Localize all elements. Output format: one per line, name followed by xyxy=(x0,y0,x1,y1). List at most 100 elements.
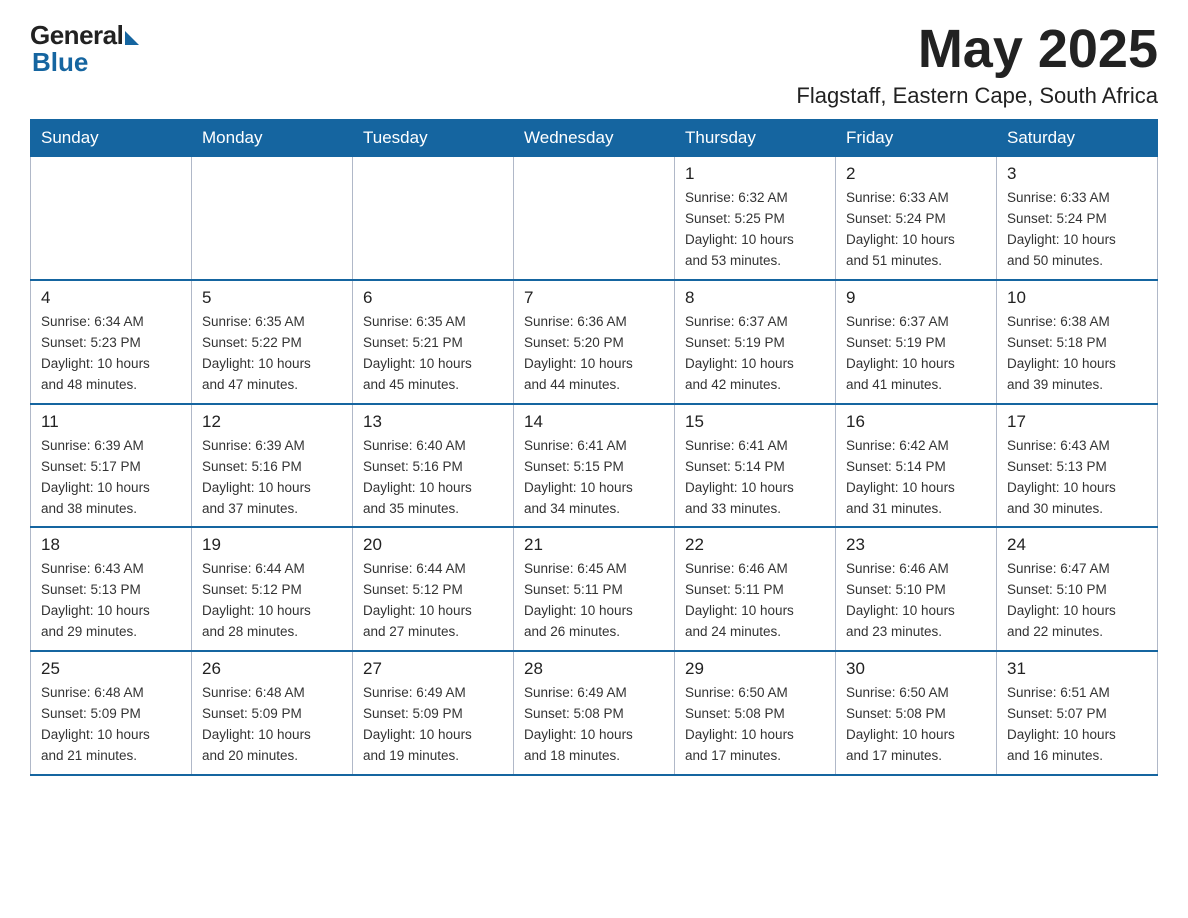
calendar-day-cell: 29 Sunrise: 6:50 AM Sunset: 5:08 PM Dayli… xyxy=(675,651,836,775)
day-of-week-header: Thursday xyxy=(675,120,836,157)
day-info: Sunrise: 6:40 AM Sunset: 5:16 PM Dayligh… xyxy=(363,436,503,520)
day-info: Sunrise: 6:48 AM Sunset: 5:09 PM Dayligh… xyxy=(202,683,342,767)
calendar-day-cell: 25 Sunrise: 6:48 AM Sunset: 5:09 PM Dayli… xyxy=(31,651,192,775)
calendar-day-cell: 26 Sunrise: 6:48 AM Sunset: 5:09 PM Dayli… xyxy=(192,651,353,775)
calendar-day-cell: 3 Sunrise: 6:33 AM Sunset: 5:24 PM Daylig… xyxy=(997,157,1158,280)
day-info: Sunrise: 6:50 AM Sunset: 5:08 PM Dayligh… xyxy=(685,683,825,767)
day-info: Sunrise: 6:46 AM Sunset: 5:10 PM Dayligh… xyxy=(846,559,986,643)
day-number: 6 xyxy=(363,288,503,308)
day-info: Sunrise: 6:45 AM Sunset: 5:11 PM Dayligh… xyxy=(524,559,664,643)
day-number: 5 xyxy=(202,288,342,308)
calendar-day-cell: 4 Sunrise: 6:34 AM Sunset: 5:23 PM Daylig… xyxy=(31,280,192,404)
month-title: May 2025 xyxy=(796,20,1158,79)
location-title: Flagstaff, Eastern Cape, South Africa xyxy=(796,83,1158,109)
day-info: Sunrise: 6:41 AM Sunset: 5:15 PM Dayligh… xyxy=(524,436,664,520)
day-info: Sunrise: 6:49 AM Sunset: 5:08 PM Dayligh… xyxy=(524,683,664,767)
calendar-day-cell: 20Sunrise: 6:44 AM Sunset: 5:12 PM Dayli… xyxy=(353,527,514,651)
calendar-week-row: 18 Sunrise: 6:43 AM Sunset: 5:13 PM Dayli… xyxy=(31,527,1158,651)
day-info: Sunrise: 6:41 AM Sunset: 5:14 PM Dayligh… xyxy=(685,436,825,520)
day-number: 12 xyxy=(202,412,342,432)
calendar-day-cell: 19 Sunrise: 6:44 AM Sunset: 5:12 PM Dayli… xyxy=(192,527,353,651)
day-number: 3 xyxy=(1007,164,1147,184)
calendar-day-cell: 24 Sunrise: 6:47 AM Sunset: 5:10 PM Dayli… xyxy=(997,527,1158,651)
day-info: Sunrise: 6:50 AM Sunset: 5:08 PM Dayligh… xyxy=(846,683,986,767)
day-number: 16 xyxy=(846,412,986,432)
calendar-day-cell: 14Sunrise: 6:41 AM Sunset: 5:15 PM Dayli… xyxy=(514,404,675,528)
day-number: 25 xyxy=(41,659,181,679)
day-number: 21 xyxy=(524,535,664,555)
day-number: 8 xyxy=(685,288,825,308)
day-number: 2 xyxy=(846,164,986,184)
logo-blue-text: Blue xyxy=(32,47,88,78)
day-number: 1 xyxy=(685,164,825,184)
calendar-day-cell xyxy=(31,157,192,280)
day-number: 31 xyxy=(1007,659,1147,679)
calendar-day-cell: 22 Sunrise: 6:46 AM Sunset: 5:11 PM Dayli… xyxy=(675,527,836,651)
day-info: Sunrise: 6:35 AM Sunset: 5:22 PM Dayligh… xyxy=(202,312,342,396)
calendar-week-row: 4 Sunrise: 6:34 AM Sunset: 5:23 PM Daylig… xyxy=(31,280,1158,404)
day-info: Sunrise: 6:51 AM Sunset: 5:07 PM Dayligh… xyxy=(1007,683,1147,767)
day-of-week-header: Wednesday xyxy=(514,120,675,157)
calendar-day-cell: 27 Sunrise: 6:49 AM Sunset: 5:09 PM Dayli… xyxy=(353,651,514,775)
day-of-week-header: Sunday xyxy=(31,120,192,157)
day-number: 15 xyxy=(685,412,825,432)
day-number: 29 xyxy=(685,659,825,679)
calendar-day-cell xyxy=(192,157,353,280)
day-info: Sunrise: 6:37 AM Sunset: 5:19 PM Dayligh… xyxy=(846,312,986,396)
calendar-day-cell xyxy=(353,157,514,280)
page-header: General Blue May 2025 Flagstaff, Eastern… xyxy=(30,20,1158,109)
day-info: Sunrise: 6:43 AM Sunset: 5:13 PM Dayligh… xyxy=(41,559,181,643)
day-info: Sunrise: 6:47 AM Sunset: 5:10 PM Dayligh… xyxy=(1007,559,1147,643)
calendar-day-cell: 13 Sunrise: 6:40 AM Sunset: 5:16 PM Dayli… xyxy=(353,404,514,528)
day-info: Sunrise: 6:48 AM Sunset: 5:09 PM Dayligh… xyxy=(41,683,181,767)
day-info: Sunrise: 6:37 AM Sunset: 5:19 PM Dayligh… xyxy=(685,312,825,396)
day-info: Sunrise: 6:39 AM Sunset: 5:17 PM Dayligh… xyxy=(41,436,181,520)
day-of-week-header: Friday xyxy=(836,120,997,157)
calendar-day-cell: 5 Sunrise: 6:35 AM Sunset: 5:22 PM Daylig… xyxy=(192,280,353,404)
day-number: 13 xyxy=(363,412,503,432)
logo: General Blue xyxy=(30,20,139,78)
calendar-day-cell: 15 Sunrise: 6:41 AM Sunset: 5:14 PM Dayli… xyxy=(675,404,836,528)
day-number: 7 xyxy=(524,288,664,308)
day-number: 4 xyxy=(41,288,181,308)
day-of-week-header: Tuesday xyxy=(353,120,514,157)
calendar-week-row: 25 Sunrise: 6:48 AM Sunset: 5:09 PM Dayli… xyxy=(31,651,1158,775)
day-number: 24 xyxy=(1007,535,1147,555)
logo-arrow-icon xyxy=(125,31,139,45)
day-number: 19 xyxy=(202,535,342,555)
calendar-day-cell: 31 Sunrise: 6:51 AM Sunset: 5:07 PM Dayli… xyxy=(997,651,1158,775)
day-number: 17 xyxy=(1007,412,1147,432)
calendar-day-cell: 6 Sunrise: 6:35 AM Sunset: 5:21 PM Daylig… xyxy=(353,280,514,404)
calendar-day-cell: 17 Sunrise: 6:43 AM Sunset: 5:13 PM Dayli… xyxy=(997,404,1158,528)
day-info: Sunrise: 6:49 AM Sunset: 5:09 PM Dayligh… xyxy=(363,683,503,767)
day-number: 27 xyxy=(363,659,503,679)
day-of-week-header: Monday xyxy=(192,120,353,157)
calendar-week-row: 1Sunrise: 6:32 AM Sunset: 5:25 PM Daylig… xyxy=(31,157,1158,280)
day-info: Sunrise: 6:33 AM Sunset: 5:24 PM Dayligh… xyxy=(846,188,986,272)
calendar-day-cell: 16 Sunrise: 6:42 AM Sunset: 5:14 PM Dayli… xyxy=(836,404,997,528)
calendar-day-cell: 1Sunrise: 6:32 AM Sunset: 5:25 PM Daylig… xyxy=(675,157,836,280)
calendar-day-cell xyxy=(514,157,675,280)
day-info: Sunrise: 6:44 AM Sunset: 5:12 PM Dayligh… xyxy=(363,559,503,643)
calendar-day-cell: 23Sunrise: 6:46 AM Sunset: 5:10 PM Dayli… xyxy=(836,527,997,651)
calendar-week-row: 11Sunrise: 6:39 AM Sunset: 5:17 PM Dayli… xyxy=(31,404,1158,528)
calendar-day-cell: 9 Sunrise: 6:37 AM Sunset: 5:19 PM Daylig… xyxy=(836,280,997,404)
calendar-day-cell: 7Sunrise: 6:36 AM Sunset: 5:20 PM Daylig… xyxy=(514,280,675,404)
day-info: Sunrise: 6:33 AM Sunset: 5:24 PM Dayligh… xyxy=(1007,188,1147,272)
day-info: Sunrise: 6:34 AM Sunset: 5:23 PM Dayligh… xyxy=(41,312,181,396)
day-number: 26 xyxy=(202,659,342,679)
day-info: Sunrise: 6:39 AM Sunset: 5:16 PM Dayligh… xyxy=(202,436,342,520)
calendar-header-row: SundayMondayTuesdayWednesdayThursdayFrid… xyxy=(31,120,1158,157)
day-number: 18 xyxy=(41,535,181,555)
day-number: 9 xyxy=(846,288,986,308)
day-number: 30 xyxy=(846,659,986,679)
day-info: Sunrise: 6:42 AM Sunset: 5:14 PM Dayligh… xyxy=(846,436,986,520)
day-number: 22 xyxy=(685,535,825,555)
title-area: May 2025 Flagstaff, Eastern Cape, South … xyxy=(796,20,1158,109)
day-info: Sunrise: 6:43 AM Sunset: 5:13 PM Dayligh… xyxy=(1007,436,1147,520)
day-info: Sunrise: 6:46 AM Sunset: 5:11 PM Dayligh… xyxy=(685,559,825,643)
day-info: Sunrise: 6:35 AM Sunset: 5:21 PM Dayligh… xyxy=(363,312,503,396)
day-info: Sunrise: 6:44 AM Sunset: 5:12 PM Dayligh… xyxy=(202,559,342,643)
day-info: Sunrise: 6:38 AM Sunset: 5:18 PM Dayligh… xyxy=(1007,312,1147,396)
day-number: 10 xyxy=(1007,288,1147,308)
